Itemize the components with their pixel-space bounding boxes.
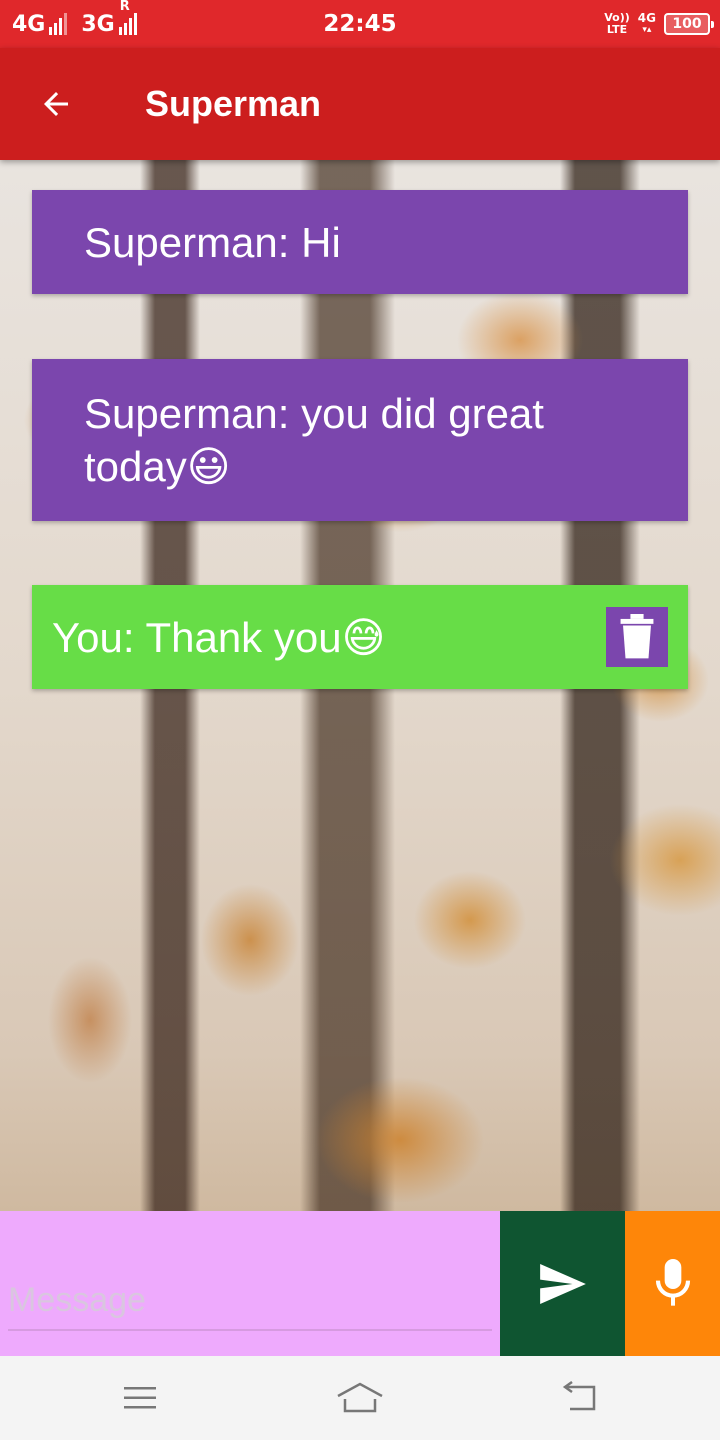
trash-icon <box>620 614 654 659</box>
message-text: Superman: Hi <box>84 218 341 266</box>
home-icon <box>337 1382 383 1413</box>
status-bar: 4G 3G R 22:45 Vo)) LTE 4G ▾▴ 100 <box>0 0 720 48</box>
battery-icon: 100 <box>664 13 714 35</box>
message-sent: You: Thank you😅 <box>32 585 688 689</box>
send-button[interactable] <box>500 1211 625 1356</box>
roaming-mark: R <box>119 0 130 14</box>
smiley-emoji: 😃 <box>186 442 231 491</box>
message-received: Superman: you did great today😃 <box>32 359 688 521</box>
send-icon <box>539 1263 586 1304</box>
microphone-icon <box>655 1258 690 1306</box>
signal-indicators: 4G 3G R <box>12 0 151 48</box>
chat-message-list[interactable]: Superman: Hi Superman: you did great tod… <box>0 160 720 1211</box>
data-indicator: 4G ▾▴ <box>637 11 656 35</box>
home-button[interactable] <box>320 1370 400 1426</box>
back-button[interactable] <box>28 76 84 132</box>
network-type-1: 4G <box>12 11 46 37</box>
recent-apps-button[interactable] <box>100 1370 180 1426</box>
delete-message-button[interactable] <box>606 607 668 667</box>
signal-strength-icon <box>49 13 68 35</box>
app-bar: Superman <box>0 48 720 160</box>
message-received: Superman: Hi <box>32 190 688 294</box>
data-arrows-icon: ▾▴ <box>642 25 652 35</box>
message-input-container <box>0 1211 500 1356</box>
system-navigation-bar <box>0 1356 720 1440</box>
system-back-button[interactable] <box>540 1370 620 1426</box>
message-text: Superman: you did great today😃 <box>84 390 544 491</box>
message-text: You: Thank you😅 <box>52 612 386 662</box>
sweat-smile-emoji: 😅 <box>341 612 386 662</box>
menu-icon <box>124 1387 156 1409</box>
message-composer <box>0 1211 720 1356</box>
signal-strength-roaming-icon: R <box>118 0 137 35</box>
message-input[interactable] <box>8 1271 492 1331</box>
back-icon <box>562 1381 596 1411</box>
network-type-2: 3G <box>81 11 115 37</box>
status-icons: Vo)) LTE 4G ▾▴ 100 <box>604 0 714 48</box>
arrow-back-icon <box>44 92 68 116</box>
chat-title: Superman <box>145 83 322 124</box>
microphone-button[interactable] <box>625 1211 720 1356</box>
volte-indicator: Vo)) LTE <box>604 11 630 36</box>
battery-level: 100 <box>672 16 702 32</box>
